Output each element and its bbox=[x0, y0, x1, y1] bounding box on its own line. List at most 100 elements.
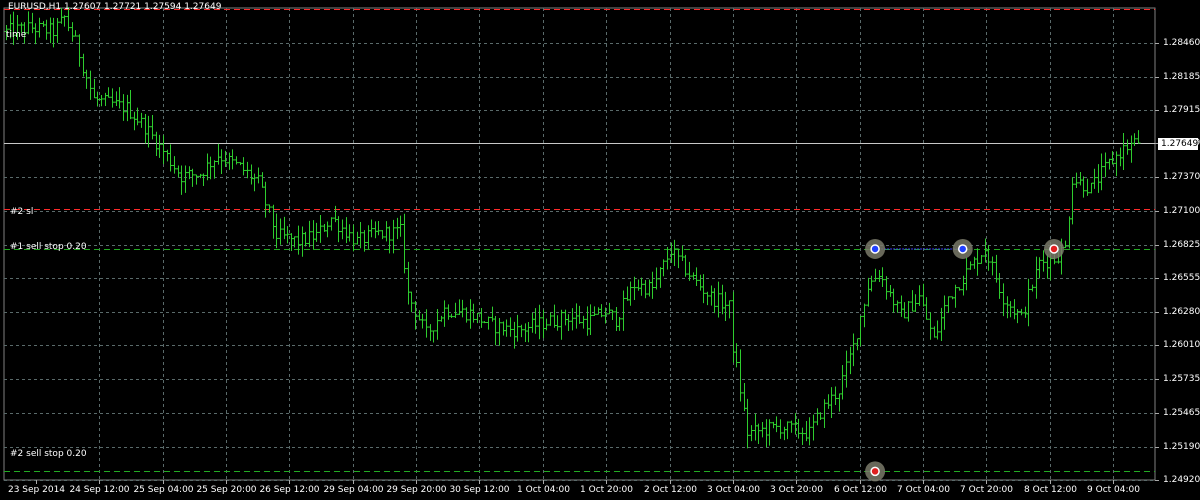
ohlc-bar bbox=[424, 309, 429, 338]
ohlc-bar bbox=[742, 383, 747, 412]
ohlc-bar bbox=[44, 19, 49, 40]
ohlc-bar bbox=[1078, 172, 1083, 186]
ohlc-bar bbox=[902, 302, 907, 319]
ohlc-bar bbox=[33, 23, 38, 45]
ohlc-bar bbox=[851, 333, 856, 367]
trade-exit-marker bbox=[1049, 244, 1059, 254]
trade-entry-marker bbox=[957, 244, 968, 254]
ohlc-bar bbox=[643, 279, 648, 299]
ohlc-bar bbox=[530, 312, 535, 333]
ohlc-bar bbox=[957, 287, 962, 291]
x-tick-label: 9 Oct 04:00 bbox=[1087, 485, 1140, 495]
candles bbox=[4, 7, 1141, 449]
ohlc-bar bbox=[380, 230, 385, 240]
ohlc-bar bbox=[260, 172, 265, 188]
ohlc-bar bbox=[165, 149, 170, 162]
price-chart[interactable] bbox=[0, 0, 1200, 500]
ohlc-bar bbox=[285, 226, 290, 244]
x-tick-label: 2 Oct 12:00 bbox=[644, 485, 697, 495]
ohlc-bar bbox=[581, 315, 586, 329]
y-tick-label: 1.26010 bbox=[1163, 339, 1200, 350]
ohlc-bar bbox=[968, 261, 973, 270]
ohlc-bar bbox=[1041, 250, 1046, 272]
ohlc-bar bbox=[234, 156, 239, 165]
ohlc-bar bbox=[471, 303, 476, 323]
ohlc-bar bbox=[428, 324, 433, 341]
ohlc-bar bbox=[194, 174, 199, 185]
ohlc-bar bbox=[336, 216, 341, 243]
ohlc-bar bbox=[479, 308, 484, 328]
ohlc-bar bbox=[1008, 301, 1013, 318]
y-tick-label: 1.25190 bbox=[1163, 441, 1200, 452]
ohlc-bar bbox=[880, 267, 885, 288]
ohlc-bar bbox=[55, 18, 60, 43]
x-tick-label: 8 Oct 12:00 bbox=[1024, 485, 1077, 495]
ohlc-bar bbox=[953, 284, 958, 308]
x-tick-label: 1 Oct 20:00 bbox=[580, 485, 633, 495]
ohlc-bar bbox=[256, 167, 261, 184]
ohlc-bar bbox=[519, 324, 524, 338]
ohlc-bar bbox=[789, 420, 794, 433]
x-tick-label: 25 Sep 04:00 bbox=[133, 485, 194, 495]
ohlc-bar bbox=[990, 256, 995, 276]
time-label: time bbox=[6, 30, 27, 40]
ohlc-bar bbox=[497, 317, 502, 346]
ohlc-bar bbox=[143, 114, 148, 144]
ohlc-bar bbox=[935, 320, 940, 340]
ohlc-bar bbox=[621, 290, 626, 331]
ohlc-bar bbox=[745, 398, 750, 449]
ohlc-bar bbox=[329, 217, 334, 231]
order-label-2: #2 sell stop 0.20 bbox=[10, 449, 87, 459]
ohlc-bar bbox=[110, 88, 115, 108]
ohlc-bar bbox=[227, 152, 232, 170]
ohlc-bar bbox=[826, 394, 831, 409]
ohlc-bar bbox=[1019, 308, 1024, 316]
ohlc-bar bbox=[1063, 240, 1068, 249]
x-tick-label: 26 Sep 12:00 bbox=[259, 485, 320, 495]
x-tick-label: 7 Oct 20:00 bbox=[960, 485, 1013, 495]
chart-window[interactable]: EURUSD,H1 1.27607 1.27721 1.27594 1.2764… bbox=[0, 0, 1200, 500]
ohlc-bar bbox=[274, 213, 279, 249]
ohlc-bar bbox=[1005, 296, 1010, 319]
ohlc-bar bbox=[665, 247, 670, 270]
ohlc-bar bbox=[460, 299, 465, 318]
ohlc-bar bbox=[815, 408, 820, 426]
ohlc-bar bbox=[891, 288, 896, 313]
y-tick-label: 1.25735 bbox=[1163, 373, 1200, 384]
symbol-info: EURUSD,H1 1.27607 1.27721 1.27594 1.2764… bbox=[8, 2, 222, 12]
ohlc-bar bbox=[610, 309, 615, 320]
ohlc-bar bbox=[347, 224, 352, 242]
ohlc-bar bbox=[1132, 133, 1137, 146]
ohlc-bar bbox=[201, 173, 206, 186]
ohlc-bar bbox=[1089, 182, 1094, 194]
ohlc-bar bbox=[559, 309, 564, 340]
ohlc-bar bbox=[146, 115, 151, 148]
ohlc-bar bbox=[756, 423, 761, 445]
ohlc-bar bbox=[132, 111, 137, 131]
x-tick-label: 29 Sep 04:00 bbox=[323, 485, 384, 495]
ohlc-bar bbox=[946, 296, 951, 313]
y-tick-label: 1.26825 bbox=[1163, 239, 1200, 250]
ohlc-bar bbox=[647, 279, 652, 297]
ohlc-bar bbox=[661, 259, 666, 277]
order-label-1: #1 sell stop 0.20 bbox=[10, 242, 87, 252]
x-tick-label: 1 Oct 04:00 bbox=[517, 485, 570, 495]
ohlc-bar bbox=[398, 215, 403, 237]
ohlc-bar bbox=[121, 94, 126, 121]
ohlc-bar bbox=[92, 78, 97, 99]
ohlc-bar bbox=[161, 135, 166, 164]
ohlc-bar bbox=[366, 225, 371, 249]
ohlc-bar bbox=[796, 418, 801, 439]
ohlc-bar bbox=[391, 219, 396, 254]
ohlc-bar bbox=[599, 304, 604, 318]
ohlc-bar bbox=[577, 305, 582, 324]
ohlc-bar bbox=[515, 314, 520, 342]
ohlc-bar bbox=[782, 426, 787, 441]
ohlc-bar bbox=[680, 245, 685, 262]
ohlc-bar bbox=[289, 233, 294, 251]
ohlc-bar bbox=[318, 214, 323, 243]
ohlc-bar bbox=[727, 300, 732, 319]
ohlc-bar bbox=[778, 419, 783, 439]
x-tick-label: 23 Sep 2014 bbox=[7, 485, 66, 495]
ohlc-bar bbox=[48, 17, 53, 44]
